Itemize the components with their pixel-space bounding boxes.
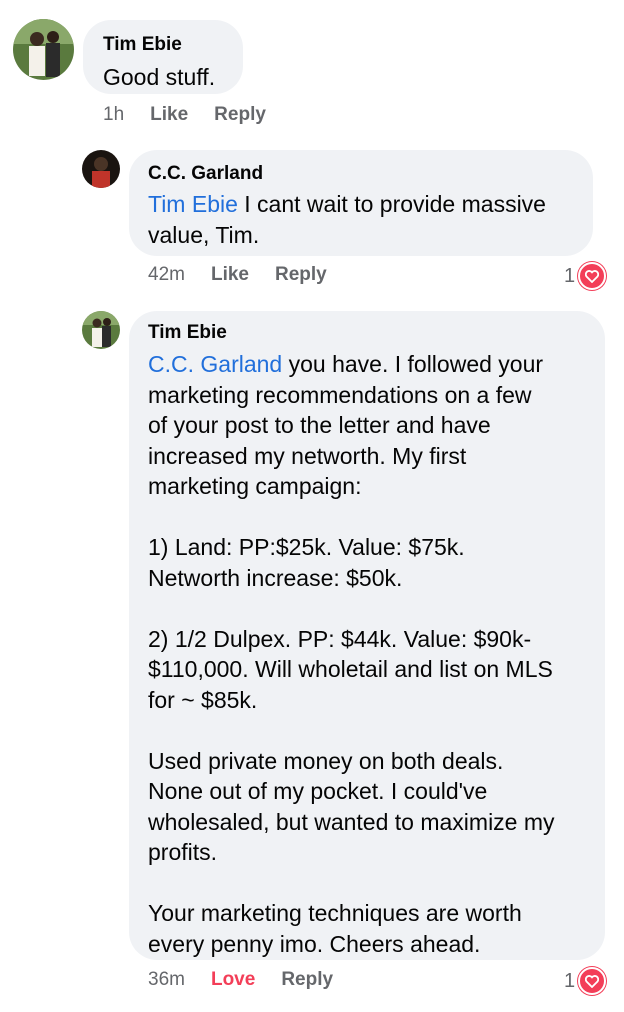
comment-bubble: C.C. Garland Tim Ebie I cant wait to pro… <box>129 150 593 256</box>
comment-author[interactable]: C.C. Garland <box>148 163 593 185</box>
heart-icon <box>578 262 607 290</box>
comment-bubble: Tim Ebie Good stuff. <box>83 20 243 94</box>
reply-button[interactable]: Reply <box>214 104 266 126</box>
reaction-summary[interactable]: 1 <box>564 967 607 995</box>
comment-text: you have. I followed your marketing reco… <box>148 351 555 957</box>
comment-time[interactable]: 36m <box>148 969 185 991</box>
love-button[interactable]: Love <box>211 969 255 991</box>
mention-link[interactable]: Tim Ebie <box>148 191 238 217</box>
comment-actions: 1h Like Reply <box>103 104 292 126</box>
like-button[interactable]: Like <box>150 104 188 126</box>
reaction-count: 1 <box>564 264 576 287</box>
comment-text: Good stuff. <box>103 64 216 90</box>
comment-actions: 36m Love Reply <box>148 969 359 991</box>
comment-author[interactable]: Tim Ebie <box>148 322 605 344</box>
reply-button[interactable]: Reply <box>281 969 333 991</box>
comment-time[interactable]: 42m <box>148 264 185 286</box>
mention-link[interactable]: C.C. Garland <box>148 351 282 377</box>
comment-time[interactable]: 1h <box>103 104 124 126</box>
comment-author[interactable]: Tim Ebie <box>103 34 243 56</box>
reaction-count: 1 <box>564 969 576 992</box>
heart-icon <box>578 967 607 995</box>
reply-button[interactable]: Reply <box>275 264 327 286</box>
like-button[interactable]: Like <box>211 264 249 286</box>
comment-bubble: Tim Ebie C.C. Garland you have. I follow… <box>129 311 605 960</box>
avatar[interactable] <box>82 311 120 349</box>
avatar[interactable] <box>82 150 120 188</box>
comment-actions: 42m Like Reply <box>148 264 353 286</box>
reaction-summary[interactable]: 1 <box>564 262 607 290</box>
avatar[interactable] <box>13 19 74 80</box>
